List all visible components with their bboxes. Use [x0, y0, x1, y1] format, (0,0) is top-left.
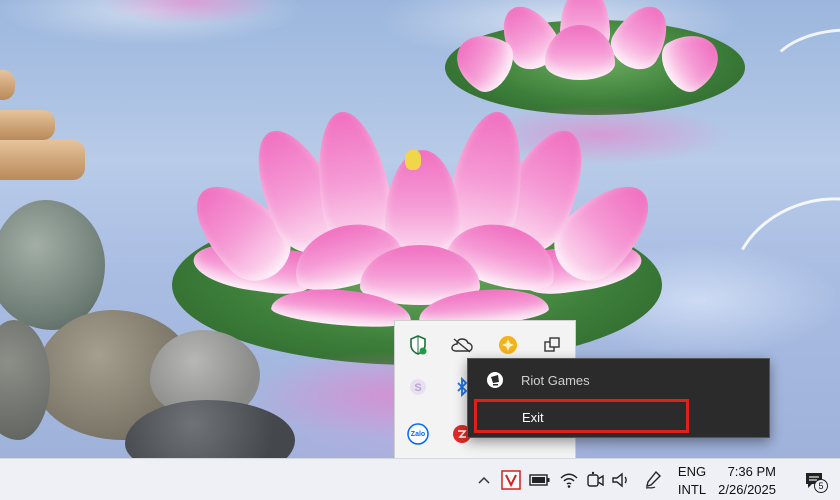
- stone: [0, 320, 50, 440]
- camera-icon[interactable]: [584, 469, 606, 491]
- keyboard-layout: INTL: [677, 482, 707, 497]
- task-view-icon[interactable]: [541, 334, 563, 356]
- zalo-icon[interactable]: Zalo: [407, 423, 429, 445]
- water-ripple: [711, 173, 840, 367]
- show-hidden-icons-chevron-up-icon[interactable]: [474, 469, 494, 491]
- battery-icon[interactable]: [528, 469, 552, 491]
- riot-games-context-menu: Riot Games Exit: [467, 358, 770, 438]
- water-ripple: [765, 20, 840, 100]
- clock[interactable]: 7:36 PM 2/26/2025: [716, 463, 776, 499]
- menu-item-exit-label: Exit: [522, 409, 544, 425]
- notification-count-badge: 5: [814, 479, 828, 493]
- menu-item-exit[interactable]: Exit: [468, 402, 769, 432]
- lotus-reflection: [100, 0, 280, 25]
- pen-ink-workspace-icon[interactable]: [642, 469, 664, 491]
- bamboo-stalk: [0, 110, 55, 140]
- clock-date: 2/26/2025: [718, 482, 776, 497]
- riot-games-icon: [487, 372, 503, 388]
- volume-icon[interactable]: [610, 469, 632, 491]
- onedrive-icon[interactable]: [451, 334, 473, 356]
- windows-security-icon[interactable]: [407, 334, 429, 356]
- language-code: ENG: [677, 464, 707, 479]
- skype-icon[interactable]: S: [407, 376, 429, 398]
- bamboo-stalk: [0, 140, 85, 180]
- notification-center-icon[interactable]: 5: [800, 467, 830, 495]
- app-yellow-icon[interactable]: [497, 334, 519, 356]
- zalo-icon-label: Zalo: [410, 430, 426, 438]
- taskbar: ENG INTL 7:36 PM 2/26/2025 5: [0, 458, 840, 500]
- input-language-indicator[interactable]: ENG INTL: [674, 463, 710, 499]
- stone: [0, 200, 105, 330]
- clock-time: 7:36 PM: [727, 464, 776, 479]
- wifi-icon[interactable]: [558, 469, 580, 491]
- lotus-stamen: [405, 150, 421, 170]
- bamboo-stalk: [0, 70, 15, 100]
- red-v-app-icon[interactable]: [500, 469, 522, 491]
- svg-text:S: S: [414, 382, 421, 394]
- menu-item-riot-games: Riot Games: [468, 365, 769, 395]
- menu-item-riot-games-label: Riot Games: [521, 372, 590, 388]
